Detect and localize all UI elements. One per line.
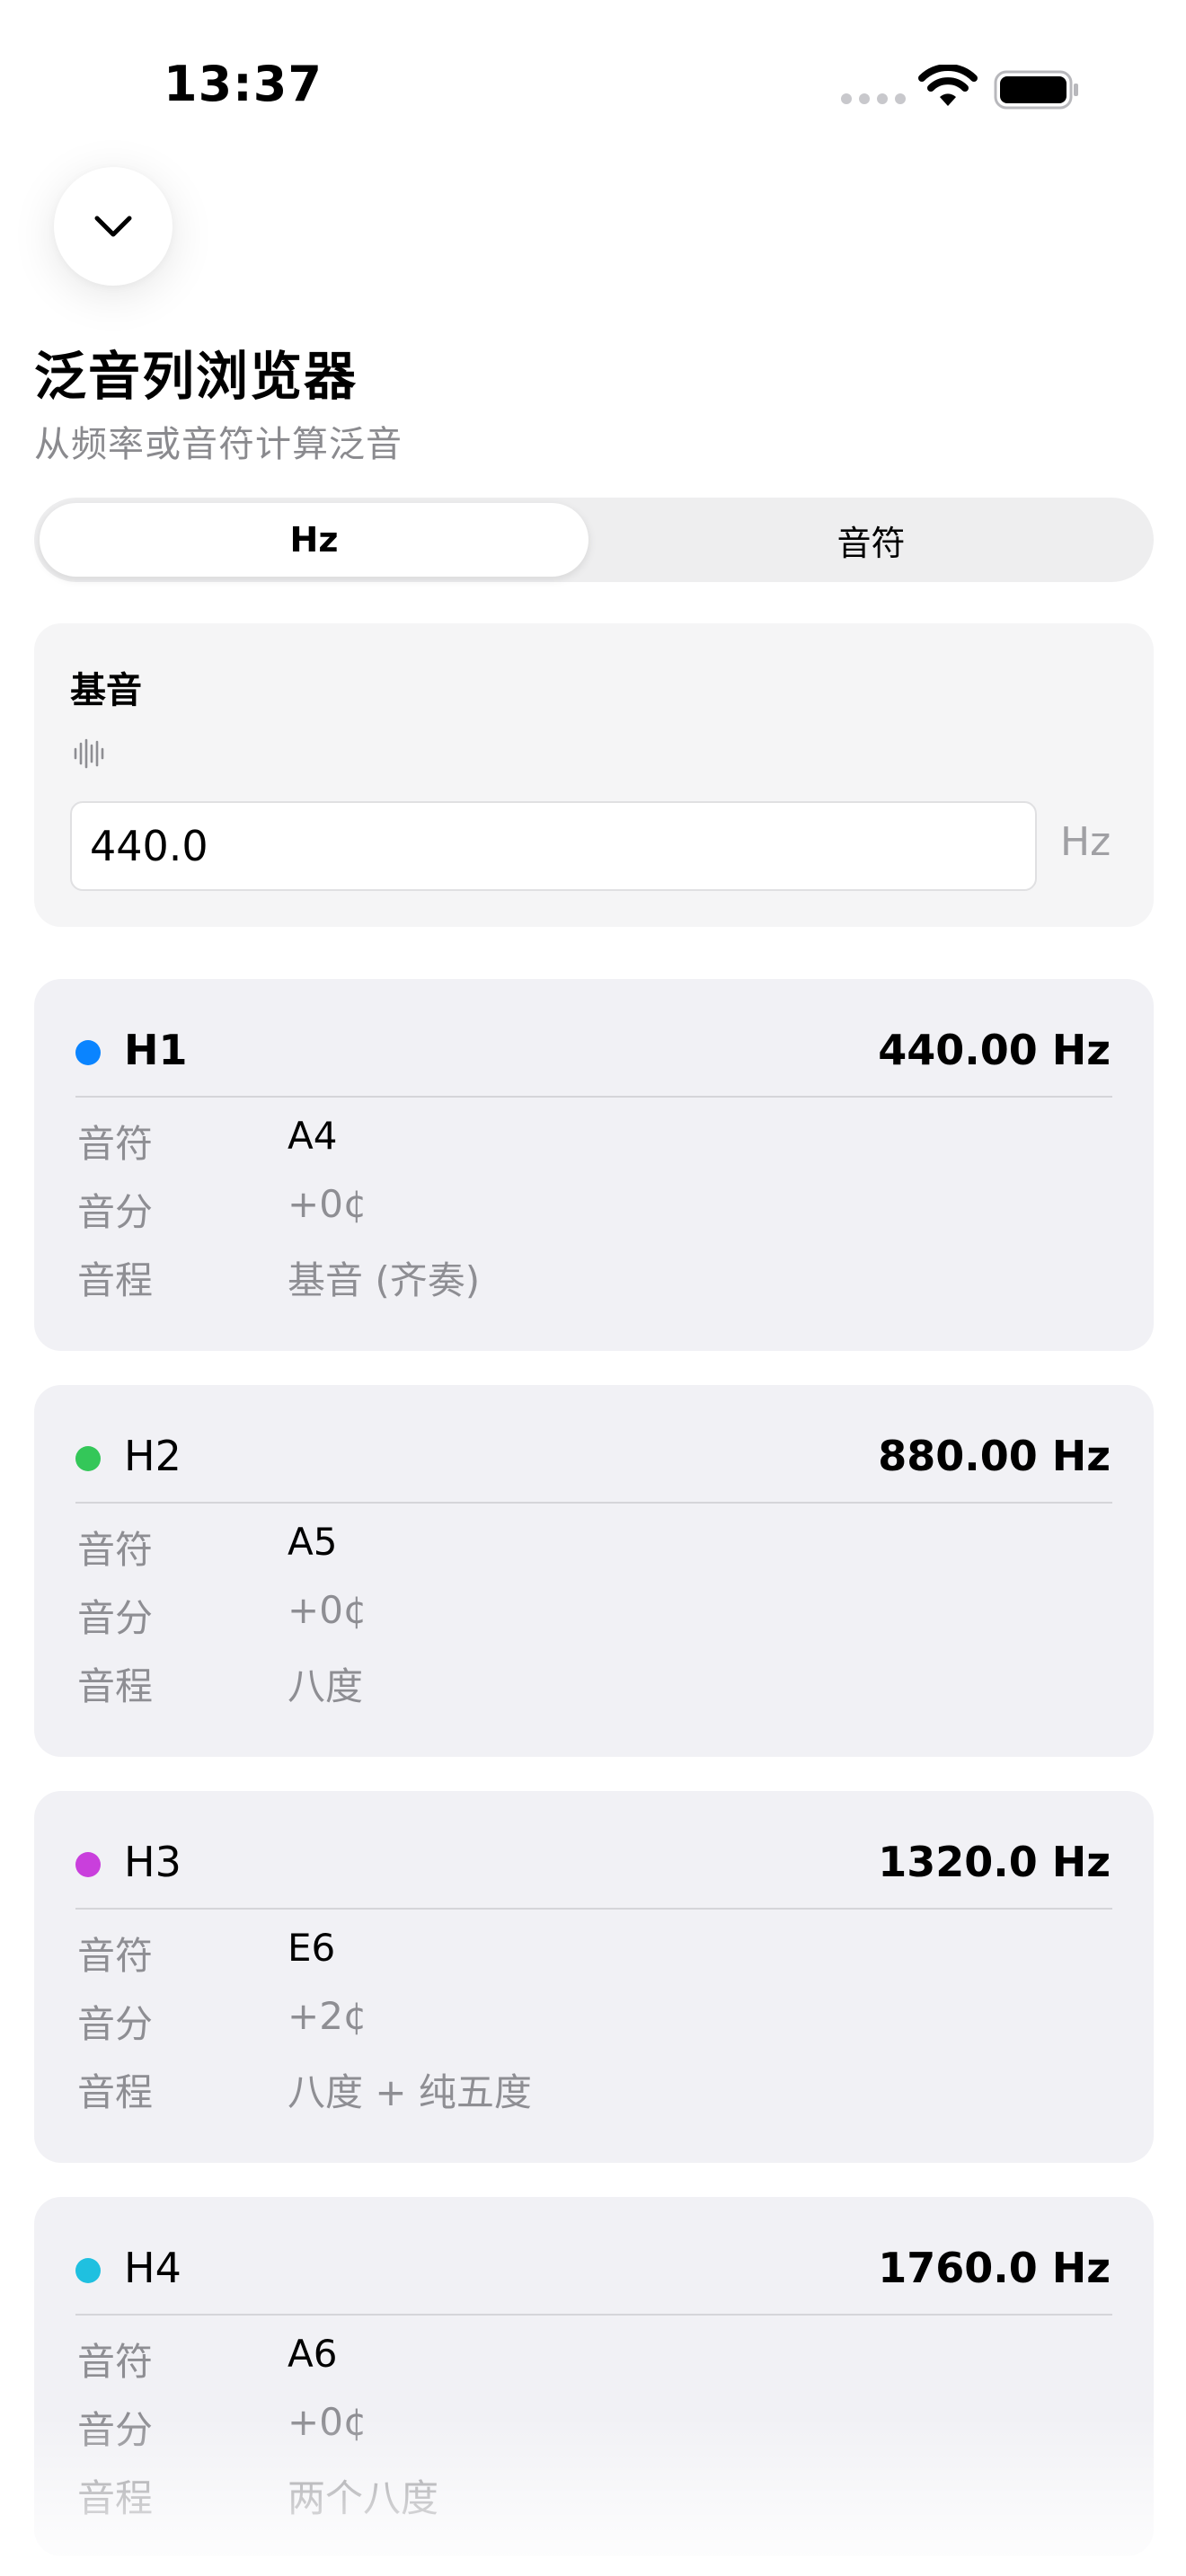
- interval-value: 八度: [288, 1664, 364, 1708]
- cents-value: +0¢: [288, 1182, 367, 1226]
- collapse-button[interactable]: [54, 167, 173, 286]
- harmonic-color-dot: [75, 2258, 101, 2283]
- harmonic-color-dot: [75, 1446, 101, 1471]
- divider: [75, 2314, 1112, 2316]
- cents-label: 音分: [77, 2408, 154, 2452]
- status-time: 13:37: [164, 56, 323, 112]
- note-label: 音符: [77, 1528, 154, 1572]
- frequency-unit-label: Hz: [1060, 819, 1111, 865]
- cents-value: +0¢: [288, 2400, 367, 2444]
- cellular-signal-icon: [841, 93, 906, 104]
- cents-label: 音分: [77, 1190, 154, 1234]
- harmonic-color-dot: [75, 1852, 101, 1877]
- divider: [75, 1502, 1112, 1504]
- harmonic-label: H1: [124, 1026, 188, 1074]
- harmonic-color-dot: [75, 1040, 101, 1065]
- harmonic-card-h4: H4 1760.0 Hz 音符 A6 音分 +0¢ 音程 两个八度: [34, 2197, 1154, 2556]
- waveform-icon: [74, 738, 104, 769]
- page-title: 泛音列浏览器: [34, 346, 358, 407]
- segment-hz[interactable]: Hz: [40, 503, 589, 577]
- input-mode-segmented-control: Hz 音符: [34, 498, 1154, 582]
- harmonic-card-h1: H1 440.00 Hz 音符 A4 音分 +0¢ 音程 基音 (齐奏): [34, 979, 1154, 1351]
- note-value: A6: [288, 2332, 338, 2376]
- divider: [75, 1096, 1112, 1098]
- note-label: 音符: [77, 2340, 154, 2384]
- harmonic-card-h2: H2 880.00 Hz 音符 A5 音分 +0¢ 音程 八度: [34, 1385, 1154, 1757]
- interval-label: 音程: [77, 1664, 154, 1708]
- battery-icon: [994, 70, 1078, 110]
- harmonic-label: H2: [124, 1432, 181, 1480]
- harmonic-frequency: 880.00 Hz: [878, 1432, 1111, 1480]
- cents-label: 音分: [77, 1596, 154, 1640]
- interval-label: 音程: [77, 2070, 154, 2114]
- interval-value: 基音 (齐奏): [288, 1258, 481, 1302]
- chevron-down-icon: [94, 216, 132, 237]
- segment-note[interactable]: 音符: [594, 503, 1148, 577]
- cents-value: +0¢: [288, 1588, 367, 1632]
- harmonic-series-screen: 13:37 泛音列浏览器 从频率或音符计算泛音 Hz 音符 基音 440.0 H…: [0, 0, 1186, 2576]
- fundamental-frequency-input[interactable]: [70, 801, 1037, 891]
- note-value: A5: [288, 1520, 338, 1564]
- note-value: E6: [288, 1926, 336, 1970]
- note-label: 音符: [77, 1122, 154, 1166]
- interval-label: 音程: [77, 1258, 154, 1302]
- fundamental-label: 基音: [70, 670, 142, 711]
- harmonic-label: H3: [124, 1838, 181, 1886]
- harmonic-label: H4: [124, 2244, 181, 2292]
- harmonic-frequency: 1320.0 Hz: [878, 1838, 1111, 1886]
- harmonic-frequency: 440.00 Hz: [878, 1026, 1111, 1074]
- harmonic-frequency: 1760.0 Hz: [878, 2244, 1111, 2292]
- harmonic-card-h3: H3 1320.0 Hz 音符 E6 音分 +2¢ 音程 八度 + 纯五度: [34, 1791, 1154, 2163]
- interval-label: 音程: [77, 2476, 154, 2520]
- status-bar: 13:37: [0, 0, 1186, 171]
- cents-value: +2¢: [288, 1994, 367, 2038]
- wifi-icon: [918, 65, 978, 106]
- note-value: A4: [288, 1114, 338, 1158]
- page-subtitle: 从频率或音符计算泛音: [34, 424, 403, 465]
- interval-value: 两个八度: [288, 2476, 439, 2520]
- interval-value: 八度 + 纯五度: [288, 2070, 532, 2114]
- divider: [75, 1908, 1112, 1910]
- note-label: 音符: [77, 1934, 154, 1978]
- cents-label: 音分: [77, 2002, 154, 2046]
- fundamental-card: 基音 Hz: [34, 623, 1154, 927]
